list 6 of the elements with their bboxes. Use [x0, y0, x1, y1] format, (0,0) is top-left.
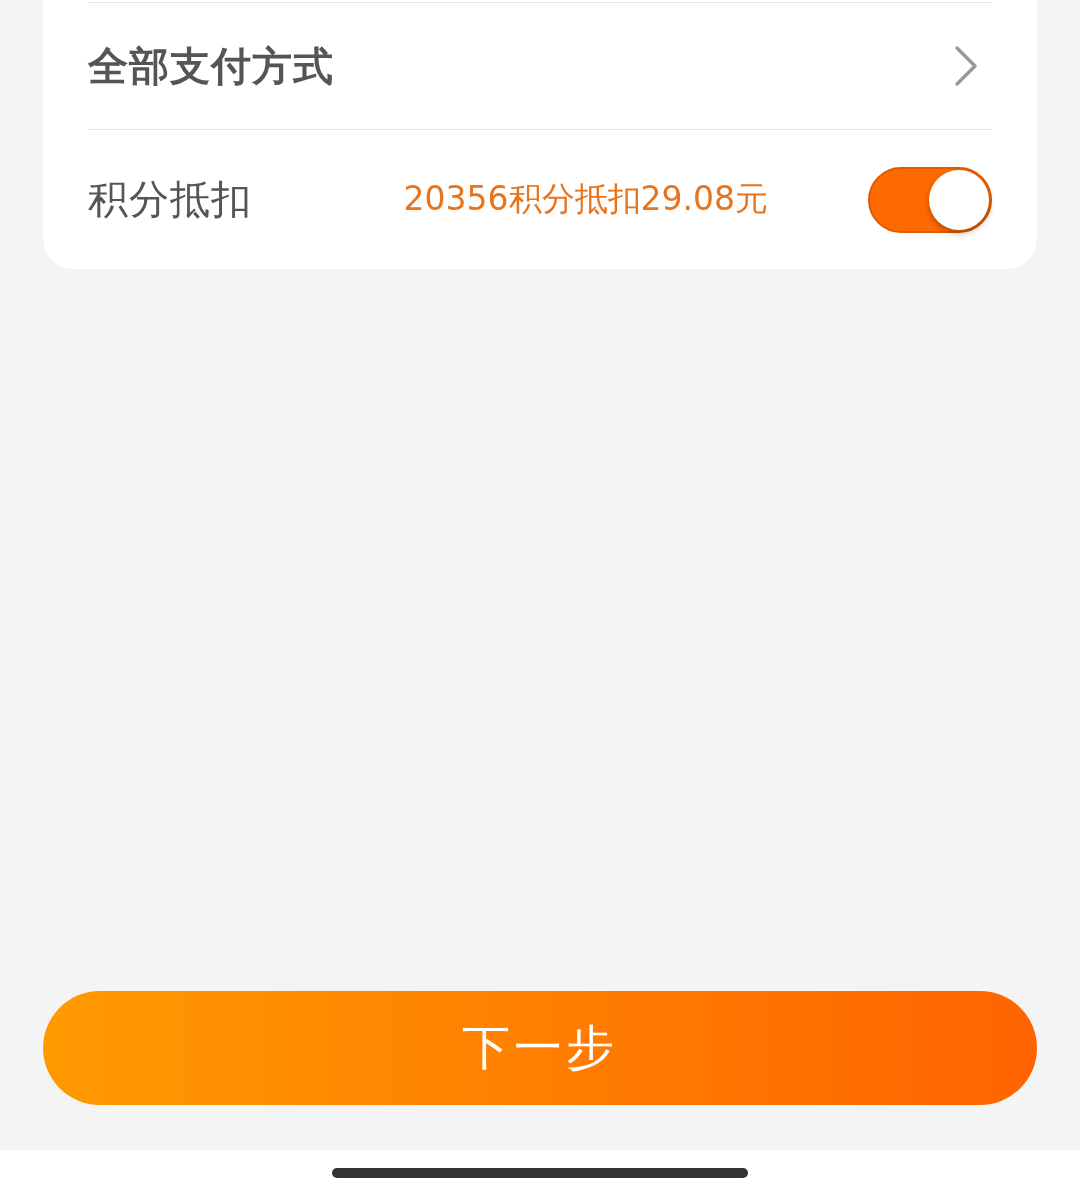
chevron-right-icon — [954, 45, 978, 87]
points-deduction-text: 20356积分抵扣29.08元 — [403, 178, 768, 220]
row-label: 积分抵扣 — [88, 175, 252, 224]
toggle-switch[interactable] — [868, 166, 992, 233]
home-indicator[interactable] — [332, 1167, 748, 1178]
payment-methods-row[interactable]: 全部支付方式 — [88, 2, 992, 129]
